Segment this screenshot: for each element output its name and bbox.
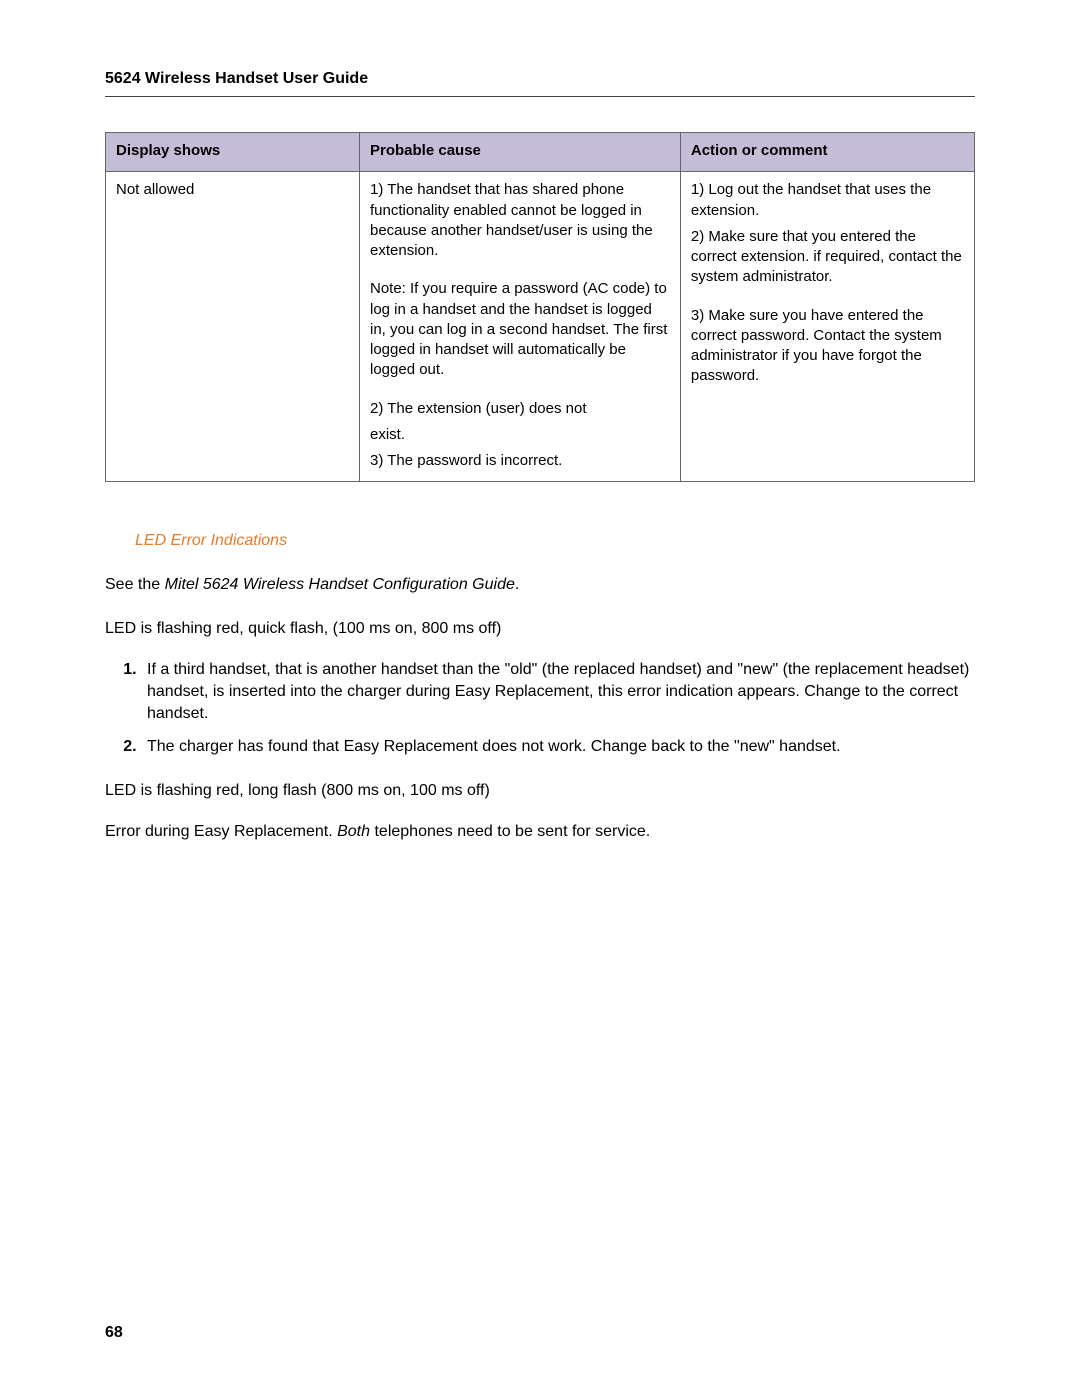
cause-text: 1) The handset that has shared phone fun… <box>370 180 670 261</box>
list-item: If a third handset, that is another hand… <box>141 659 975 724</box>
table-header-cause: Probable cause <box>360 133 681 172</box>
list-item: The charger has found that Easy Replacem… <box>141 736 975 758</box>
page-header: 5624 Wireless Handset User Guide <box>105 70 975 97</box>
cell-action: 1) Log out the handset that uses the ext… <box>680 172 974 482</box>
cell-display: Not allowed <box>106 172 360 482</box>
section-heading: LED Error Indications <box>135 532 975 550</box>
troubleshooting-table: Display shows Probable cause Action or c… <box>105 132 975 482</box>
cause-text: exist. <box>370 425 670 445</box>
error-text: Error during Easy Replacement. Both tele… <box>105 821 975 843</box>
error-suffix: telephones need to be sent for service. <box>370 823 650 840</box>
numbered-list: If a third handset, that is another hand… <box>141 659 975 757</box>
table-header-action: Action or comment <box>680 133 974 172</box>
cause-text: 2) The extension (user) does not <box>370 399 670 419</box>
see-prefix: See the <box>105 576 165 593</box>
see-suffix: . <box>515 576 519 593</box>
action-text: 3) Make sure you have entered the correc… <box>691 306 964 387</box>
page-number: 68 <box>105 1324 123 1342</box>
action-text: 1) Log out the handset that uses the ext… <box>691 180 964 221</box>
action-text: 2) Make sure that you entered the correc… <box>691 227 964 288</box>
cause-text: 3) The password is incorrect. <box>370 451 670 471</box>
led-quick-flash-text: LED is flashing red, quick flash, (100 m… <box>105 618 975 640</box>
see-reference: See the Mitel 5624 Wireless Handset Conf… <box>105 574 975 596</box>
cause-note: Note: If you require a password (AC code… <box>370 279 670 380</box>
error-italic: Both <box>337 823 370 840</box>
error-prefix: Error during Easy Replacement. <box>105 823 337 840</box>
table-header-display: Display shows <box>106 133 360 172</box>
table-row: Not allowed 1) The handset that has shar… <box>106 172 975 482</box>
led-long-flash-text: LED is flashing red, long flash (800 ms … <box>105 780 975 802</box>
cell-cause: 1) The handset that has shared phone fun… <box>360 172 681 482</box>
see-doc-title: Mitel 5624 Wireless Handset Configuratio… <box>165 576 515 593</box>
